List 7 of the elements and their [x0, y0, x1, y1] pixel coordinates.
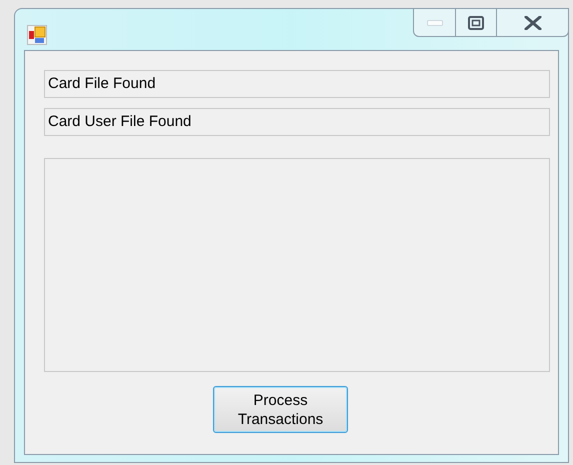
minimize-icon — [426, 20, 442, 26]
status-field: Card User File Found — [44, 108, 550, 136]
status-field: Card File Found — [44, 70, 550, 98]
app-icon — [27, 25, 47, 45]
process-button[interactable]: Process Transactions — [213, 386, 348, 433]
maximize-icon — [468, 16, 484, 30]
close-icon — [524, 16, 542, 30]
